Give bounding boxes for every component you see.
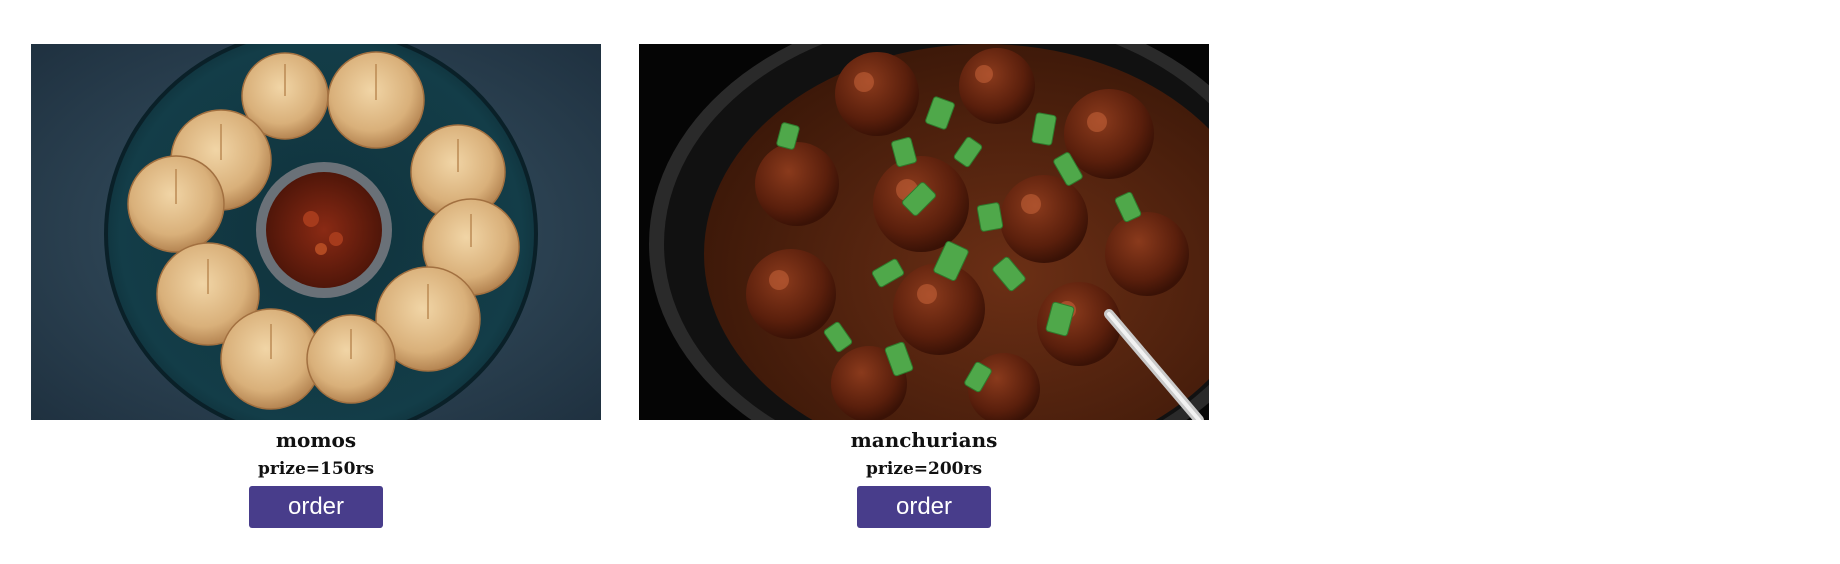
menu-page: momos prize=150rs order manchurians priz… [0,0,1840,564]
order-button[interactable]: order [249,486,383,528]
momos-photo [31,44,601,420]
order-button[interactable]: order [857,486,991,528]
manchurian-photo [639,44,1209,420]
menu-card-momos: momos prize=150rs order [31,44,601,528]
item-price: prize=200rs [865,459,983,479]
item-name: momos [275,428,357,452]
item-name: manchurians [850,428,998,452]
item-price: prize=150rs [257,459,375,479]
menu-card-manchurians: manchurians prize=200rs order [639,44,1209,528]
